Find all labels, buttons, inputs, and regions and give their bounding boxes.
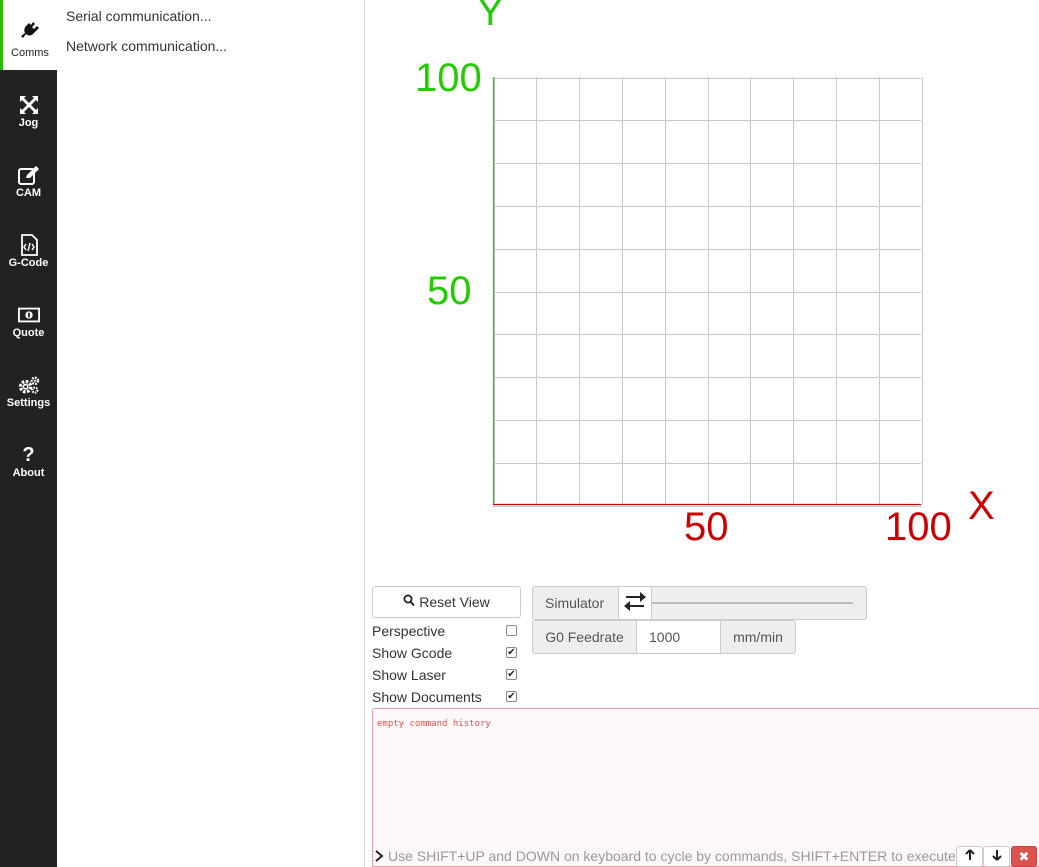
- reset-view-button[interactable]: Reset View: [372, 586, 521, 618]
- perspective-checkbox[interactable]: [506, 625, 517, 636]
- close-icon: ✖: [1018, 848, 1030, 864]
- sidebar: Comms Jog CAM G-Code Quote Settings ? Ab…: [0, 0, 57, 867]
- history-up-button[interactable]: [956, 846, 983, 867]
- arrow-down-icon: [991, 848, 1002, 866]
- g0-feedrate-unit: mm/min: [720, 620, 796, 654]
- command-input[interactable]: Use SHIFT+UP and DOWN on keyboard to cyc…: [373, 846, 1039, 867]
- y-tick-50: 50: [427, 269, 472, 313]
- x-tick-50: 50: [684, 505, 729, 549]
- sidebar-item-label: Comms: [11, 47, 49, 59]
- history-down-button[interactable]: [983, 846, 1010, 867]
- sidebar-item-comms[interactable]: Comms: [0, 0, 57, 70]
- sidebar-item-label: Jog: [18, 117, 39, 129]
- y-tick-100: 100: [415, 56, 482, 100]
- question-icon: ?: [22, 443, 35, 466]
- sidebar-item-label: Quote: [12, 327, 45, 339]
- simulator-slider-handle[interactable]: [618, 586, 652, 620]
- simulator-label: Simulator: [545, 595, 605, 611]
- plug-icon: [19, 20, 41, 42]
- command-placeholder: Use SHIFT+UP and DOWN on keyboard to cyc…: [388, 848, 956, 864]
- command-history[interactable]: empty command history: [372, 708, 1039, 867]
- show-laser-label: Show Laser: [372, 667, 446, 683]
- sidebar-item-quote[interactable]: Quote: [0, 280, 57, 350]
- sidebar-item-jog[interactable]: Jog: [0, 70, 57, 140]
- show-gcode-label: Show Gcode: [372, 645, 453, 661]
- sidebar-item-label: About: [12, 467, 45, 479]
- comms-panel: Serial communication... Network communic…: [57, 0, 365, 867]
- sidebar-item-label: CAM: [15, 187, 42, 199]
- exchange-icon: [623, 590, 647, 617]
- file-code-icon: [18, 234, 40, 256]
- show-laser-option: Show Laser ✔: [372, 666, 522, 686]
- reset-view-label: Reset View: [419, 594, 490, 610]
- x-tick-100: 100: [885, 505, 952, 549]
- workspace-viewport[interactable]: Y 100 50 50 100 X: [365, 0, 1039, 580]
- simulator-slider-track[interactable]: [652, 602, 853, 604]
- g0-feedrate-input[interactable]: 1000: [636, 620, 721, 654]
- gears-icon: [18, 374, 40, 396]
- serial-communication-link[interactable]: Serial communication...: [66, 8, 212, 24]
- y-axis-label: Y: [477, 0, 504, 34]
- arrow-up-icon: [964, 848, 975, 866]
- sidebar-item-cam[interactable]: CAM: [0, 140, 57, 210]
- sidebar-item-gcode[interactable]: G-Code: [0, 210, 57, 280]
- show-gcode-checkbox[interactable]: ✔: [506, 647, 517, 658]
- show-documents-option: Show Documents ✔: [372, 688, 522, 708]
- g0-feedrate-label: G0 Feedrate: [532, 620, 637, 654]
- show-documents-checkbox[interactable]: ✔: [506, 691, 517, 702]
- show-laser-checkbox[interactable]: ✔: [506, 669, 517, 680]
- show-documents-label: Show Documents: [372, 689, 482, 705]
- arrows-icon: [18, 94, 40, 116]
- show-gcode-option: Show Gcode ✔: [372, 644, 522, 664]
- search-icon: [403, 594, 415, 610]
- edit-icon: [17, 164, 40, 186]
- x-axis-label: X: [968, 484, 995, 528]
- sidebar-item-label: G-Code: [8, 257, 49, 269]
- empty-history-text: empty command history: [377, 719, 491, 729]
- sidebar-item-settings[interactable]: Settings: [0, 350, 57, 420]
- money-icon: [17, 304, 40, 326]
- chevron-right-icon: [375, 849, 384, 865]
- sidebar-item-label: Settings: [6, 397, 51, 409]
- perspective-option: Perspective: [372, 622, 522, 642]
- perspective-label: Perspective: [372, 623, 446, 639]
- clear-history-button[interactable]: ✖: [1011, 846, 1037, 867]
- sidebar-item-about[interactable]: ? About: [0, 420, 57, 490]
- network-communication-link[interactable]: Network communication...: [66, 38, 227, 54]
